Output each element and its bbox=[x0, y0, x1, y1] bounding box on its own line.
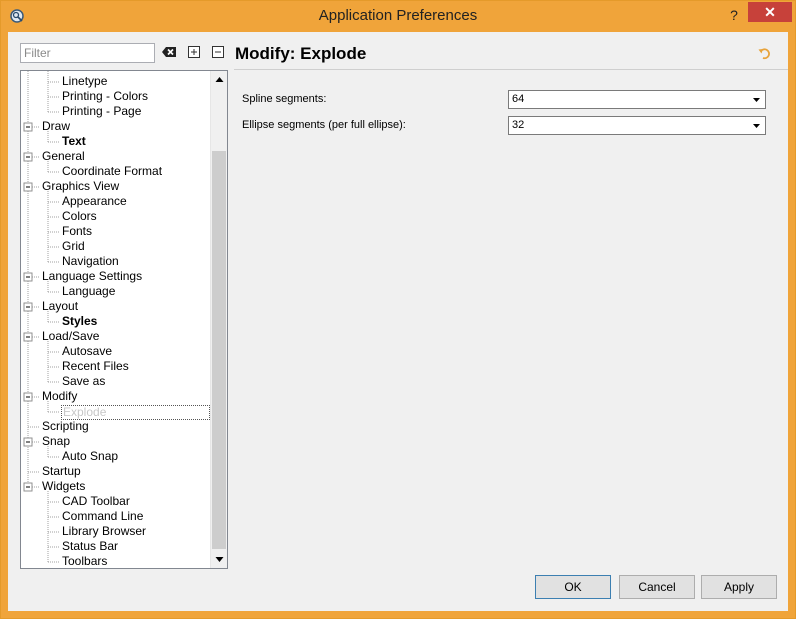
tree-page-item[interactable]: Command Line bbox=[61, 509, 144, 524]
tree-category-item[interactable]: Language Settings bbox=[41, 269, 143, 284]
collapse-toggle-icon[interactable] bbox=[23, 302, 33, 312]
preferences-window: Application Preferences ? ✕ LinetypePrin… bbox=[0, 0, 796, 619]
clear-filter-icon[interactable] bbox=[161, 44, 177, 60]
scroll-up-arrow-icon[interactable] bbox=[211, 71, 228, 88]
collapse-toggle-icon[interactable] bbox=[23, 272, 33, 282]
tree-category-item[interactable]: Startup bbox=[41, 464, 82, 479]
ellipse-segments-label: Ellipse segments (per full ellipse): bbox=[242, 119, 406, 131]
chevron-down-icon[interactable] bbox=[749, 92, 764, 107]
chevron-down-icon[interactable] bbox=[749, 118, 764, 133]
tree-category-item[interactable]: Layout bbox=[41, 299, 79, 314]
tree-page-item[interactable]: Colors bbox=[61, 209, 98, 224]
reset-icon[interactable] bbox=[758, 46, 772, 60]
spline-segments-combo[interactable]: 64 bbox=[508, 90, 766, 109]
tree-scrollbar[interactable] bbox=[210, 71, 228, 568]
tree-page-item[interactable]: Appearance bbox=[61, 194, 128, 209]
tree-page-item[interactable]: Recent Files bbox=[61, 359, 130, 374]
close-button[interactable]: ✕ bbox=[748, 2, 792, 22]
tree-category-item[interactable]: Scripting bbox=[41, 419, 90, 434]
collapse-toggle-icon[interactable] bbox=[23, 437, 33, 447]
tree-page-item[interactable]: Printing - Colors bbox=[61, 89, 149, 104]
scroll-thumb[interactable] bbox=[212, 151, 226, 549]
tree-category-item[interactable]: General bbox=[41, 149, 86, 164]
tree-page-item[interactable]: Save as bbox=[61, 374, 106, 389]
tree-page-item[interactable]: Linetype bbox=[61, 74, 108, 89]
tree-category-item[interactable]: Load/Save bbox=[41, 329, 100, 344]
tree-page-item[interactable]: Printing - Page bbox=[61, 104, 142, 119]
tree-page-item[interactable]: Autosave bbox=[61, 344, 113, 359]
cancel-button[interactable]: Cancel bbox=[619, 575, 695, 599]
tree-page-item[interactable]: CAD Toolbar bbox=[61, 494, 131, 509]
collapse-all-icon[interactable] bbox=[210, 44, 226, 60]
collapse-toggle-icon[interactable] bbox=[23, 332, 33, 342]
tree-page-item[interactable]: Explode bbox=[61, 405, 210, 420]
ellipse-segments-combo[interactable]: 32 bbox=[508, 116, 766, 135]
collapse-toggle-icon[interactable] bbox=[23, 182, 33, 192]
tree-page-item[interactable]: Navigation bbox=[61, 254, 120, 269]
tree-page-item[interactable]: Status Bar bbox=[61, 539, 119, 554]
tree-page-item[interactable]: Toolbars bbox=[61, 554, 108, 568]
tree-category-item[interactable]: Snap bbox=[41, 434, 71, 449]
tree-page-item[interactable]: Language bbox=[61, 284, 116, 299]
collapse-toggle-icon[interactable] bbox=[23, 122, 33, 132]
tree-page-item[interactable]: Text bbox=[61, 134, 87, 149]
ellipse-segments-value: 32 bbox=[512, 119, 525, 131]
filter-input[interactable] bbox=[20, 43, 155, 63]
tree-category-item[interactable]: Widgets bbox=[41, 479, 86, 494]
tree-category-item[interactable]: Graphics View bbox=[41, 179, 120, 194]
dialog-content: LinetypePrinting - ColorsPrinting - Page… bbox=[8, 32, 788, 611]
header-divider bbox=[234, 69, 788, 70]
tree-page-item[interactable]: Grid bbox=[61, 239, 86, 254]
preferences-tree[interactable]: Linetype Printing - Colors Printing - Page… bbox=[20, 70, 228, 569]
collapse-toggle-icon[interactable] bbox=[23, 482, 33, 492]
apply-button[interactable]: Apply bbox=[701, 575, 777, 599]
title-bar[interactable]: Application Preferences ? ✕ bbox=[1, 1, 795, 31]
page-title: Modify: Explode bbox=[235, 44, 367, 63]
help-button[interactable]: ? bbox=[721, 4, 747, 26]
collapse-toggle-icon[interactable] bbox=[23, 392, 33, 402]
expand-all-icon[interactable] bbox=[186, 44, 202, 60]
tree-category-item[interactable]: Modify bbox=[41, 389, 78, 404]
window-title: Application Preferences bbox=[318, 7, 478, 24]
tree-page-item[interactable]: Auto Snap bbox=[61, 449, 119, 464]
tree-page-item[interactable]: Coordinate Format bbox=[61, 164, 163, 179]
spline-segments-label: Spline segments: bbox=[242, 93, 327, 105]
spline-segments-value: 64 bbox=[512, 93, 525, 105]
scroll-down-arrow-icon[interactable] bbox=[211, 551, 228, 568]
tree-page-item[interactable]: Styles bbox=[61, 314, 98, 329]
tree-page-item[interactable]: Fonts bbox=[61, 224, 93, 239]
tree-category-item[interactable]: Draw bbox=[41, 119, 71, 134]
ok-button[interactable]: OK bbox=[535, 575, 611, 599]
collapse-toggle-icon[interactable] bbox=[23, 152, 33, 162]
tree-page-item[interactable]: Library Browser bbox=[61, 524, 147, 539]
